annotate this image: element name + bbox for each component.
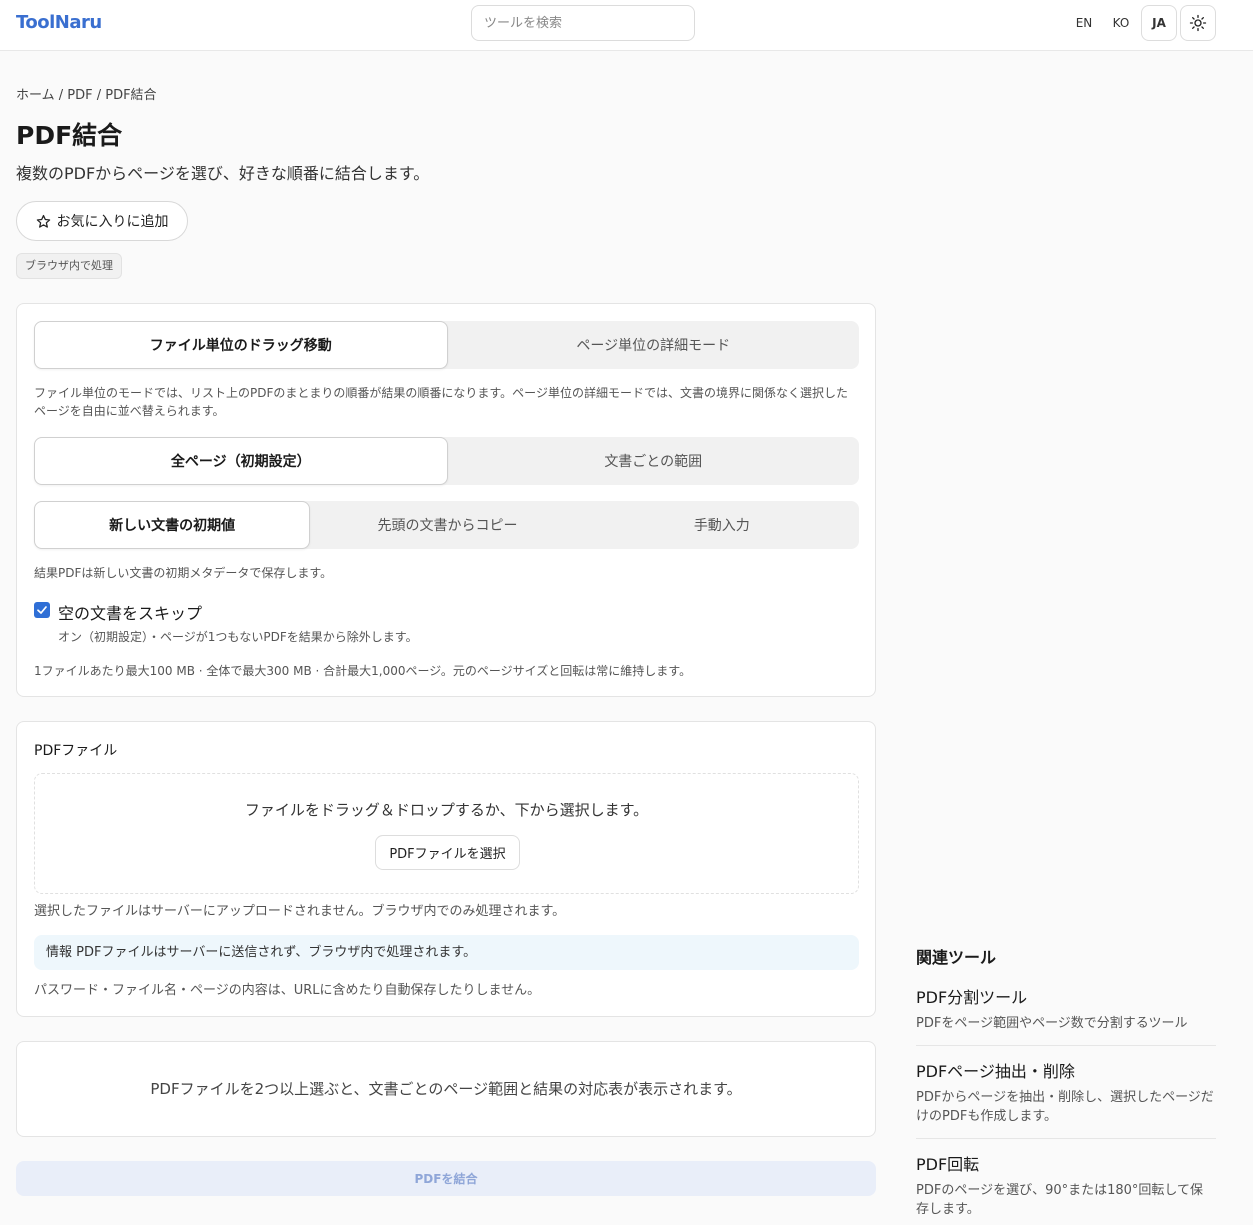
page-subtitle: 複数のPDFからページを選び、好きな順番に結合します。 [16, 164, 430, 183]
privacy-note: パスワード・ファイル名・ページの内容は、URLに含めたり自動保存したりしません。 [34, 983, 541, 998]
related-item-rotate[interactable]: PDF回転 PDFのページを選び、90°または180°回転して保存します。 [916, 1151, 1216, 1225]
skip-empty-label[interactable]: 空の文書をスキップ [58, 600, 202, 624]
related-item-name[interactable]: PDF回転 [916, 1151, 1216, 1175]
upload-note: 選択したファイルはサーバーにアップロードされません。ブラウザ内でのみ処理されます… [34, 904, 566, 919]
theme-toggle-button[interactable] [1180, 5, 1216, 41]
merge-pdf-button[interactable]: PDFを結合 [16, 1161, 876, 1196]
limits-note: 1ファイルあたり最大100 MB · 全体で最大300 MB · 合計最大1,0… [34, 664, 692, 678]
related-item-desc: PDFをページ範囲やページ数で分割するツール [916, 1016, 1188, 1031]
tab-file-drag-mode[interactable]: ファイル単位のドラッグ移動 [34, 321, 448, 369]
tab-manual-input[interactable]: 手動入力 [585, 501, 859, 549]
options-card: ファイル単位のドラッグ移動 ページ単位の詳細モード ファイル単位のモードでは、リ… [16, 303, 876, 697]
browser-processing-badge: ブラウザ内で処理 [16, 253, 122, 279]
mapping-empty-text: PDFファイルを2つ以上選ぶと、文書ごとのページ範囲と結果の対応表が表示されます… [150, 1080, 742, 1098]
skip-empty-description: オン（初期設定）・ページが1つもないPDFを結果から除外します。 [58, 630, 418, 644]
dropzone-text: ファイルをドラッグ＆ドロップするか、下から選択します。 [244, 801, 649, 819]
files-card: PDFファイル ファイルをドラッグ＆ドロップするか、下から選択します。 PDFフ… [16, 721, 876, 1017]
lang-ko[interactable]: KO [1103, 5, 1139, 41]
add-favorite-button[interactable]: お気に入りに追加 [16, 201, 188, 241]
skip-empty-checkbox[interactable] [34, 602, 50, 618]
related-item-split[interactable]: PDF分割ツール PDFをページ範囲やページ数で分割するツール [916, 984, 1216, 1046]
tab-page-detail-mode[interactable]: ページ単位の詳細モード [448, 321, 860, 369]
related-item-desc: PDFのページを選び、90°または180°回転して保存します。 [916, 1183, 1204, 1217]
related-item-extract[interactable]: PDFページ抽出・削除 PDFからページを抽出・削除し、選択したページだけのPD… [916, 1058, 1216, 1139]
star-icon [36, 214, 50, 228]
tab-per-document-range[interactable]: 文書ごとの範囲 [448, 437, 860, 485]
related-item-name[interactable]: PDF分割ツール [916, 984, 1216, 1008]
metadata-segmented-control: 新しい文書の初期値 先頭の文書からコピー 手動入力 [34, 501, 859, 549]
search-input[interactable] [471, 5, 695, 41]
breadcrumb[interactable]: ホーム / PDF / PDF結合 [16, 84, 157, 103]
file-dropzone[interactable]: ファイルをドラッグ＆ドロップするか、下から選択します。 PDFファイルを選択 [34, 773, 859, 894]
lang-en[interactable]: EN [1066, 5, 1102, 41]
checkmark-icon [37, 606, 47, 614]
related-item-desc: PDFからページを抽出・削除し、選択したページだけのPDFも作成します。 [916, 1090, 1214, 1124]
tab-all-pages[interactable]: 全ページ（初期設定） [34, 437, 448, 485]
mode-note: ファイル単位のモードでは、リスト上のPDFのまとまりの順番が結果の順番になります… [34, 386, 848, 418]
mapping-card: PDFファイルを2つ以上選ぶと、文書ごとのページ範囲と結果の対応表が表示されます… [16, 1041, 876, 1137]
range-segmented-control: 全ページ（初期設定） 文書ごとの範囲 [34, 437, 859, 485]
logo[interactable]: ToolNaru [16, 12, 102, 33]
mode-segmented-control: ファイル単位のドラッグ移動 ページ単位の詳細モード [34, 321, 859, 369]
sun-icon [1189, 14, 1207, 32]
tab-new-document-defaults[interactable]: 新しい文書の初期値 [34, 501, 311, 549]
metadata-note: 結果PDFは新しい文書の初期メタデータで保存します。 [34, 566, 333, 580]
favorite-label: お気に入りに追加 [56, 214, 169, 230]
select-pdf-button[interactable]: PDFファイルを選択 [375, 835, 520, 870]
info-banner: 情報 PDFファイルはサーバーに送信されず、ブラウザ内で処理されます。 [34, 935, 859, 970]
related-tools: 関連ツール PDF分割ツール PDFをページ範囲やページ数で分割するツール PD… [916, 944, 1216, 1225]
page-title: PDF結合 [16, 121, 123, 150]
related-title: 関連ツール [916, 948, 997, 967]
files-section-title: PDFファイル [34, 743, 118, 759]
related-item-name[interactable]: PDFページ抽出・削除 [916, 1058, 1216, 1082]
top-header: ToolNaru EN KO JA [0, 0, 1253, 51]
tab-copy-from-first[interactable]: 先頭の文書からコピー [310, 501, 584, 549]
lang-ja[interactable]: JA [1141, 5, 1177, 41]
